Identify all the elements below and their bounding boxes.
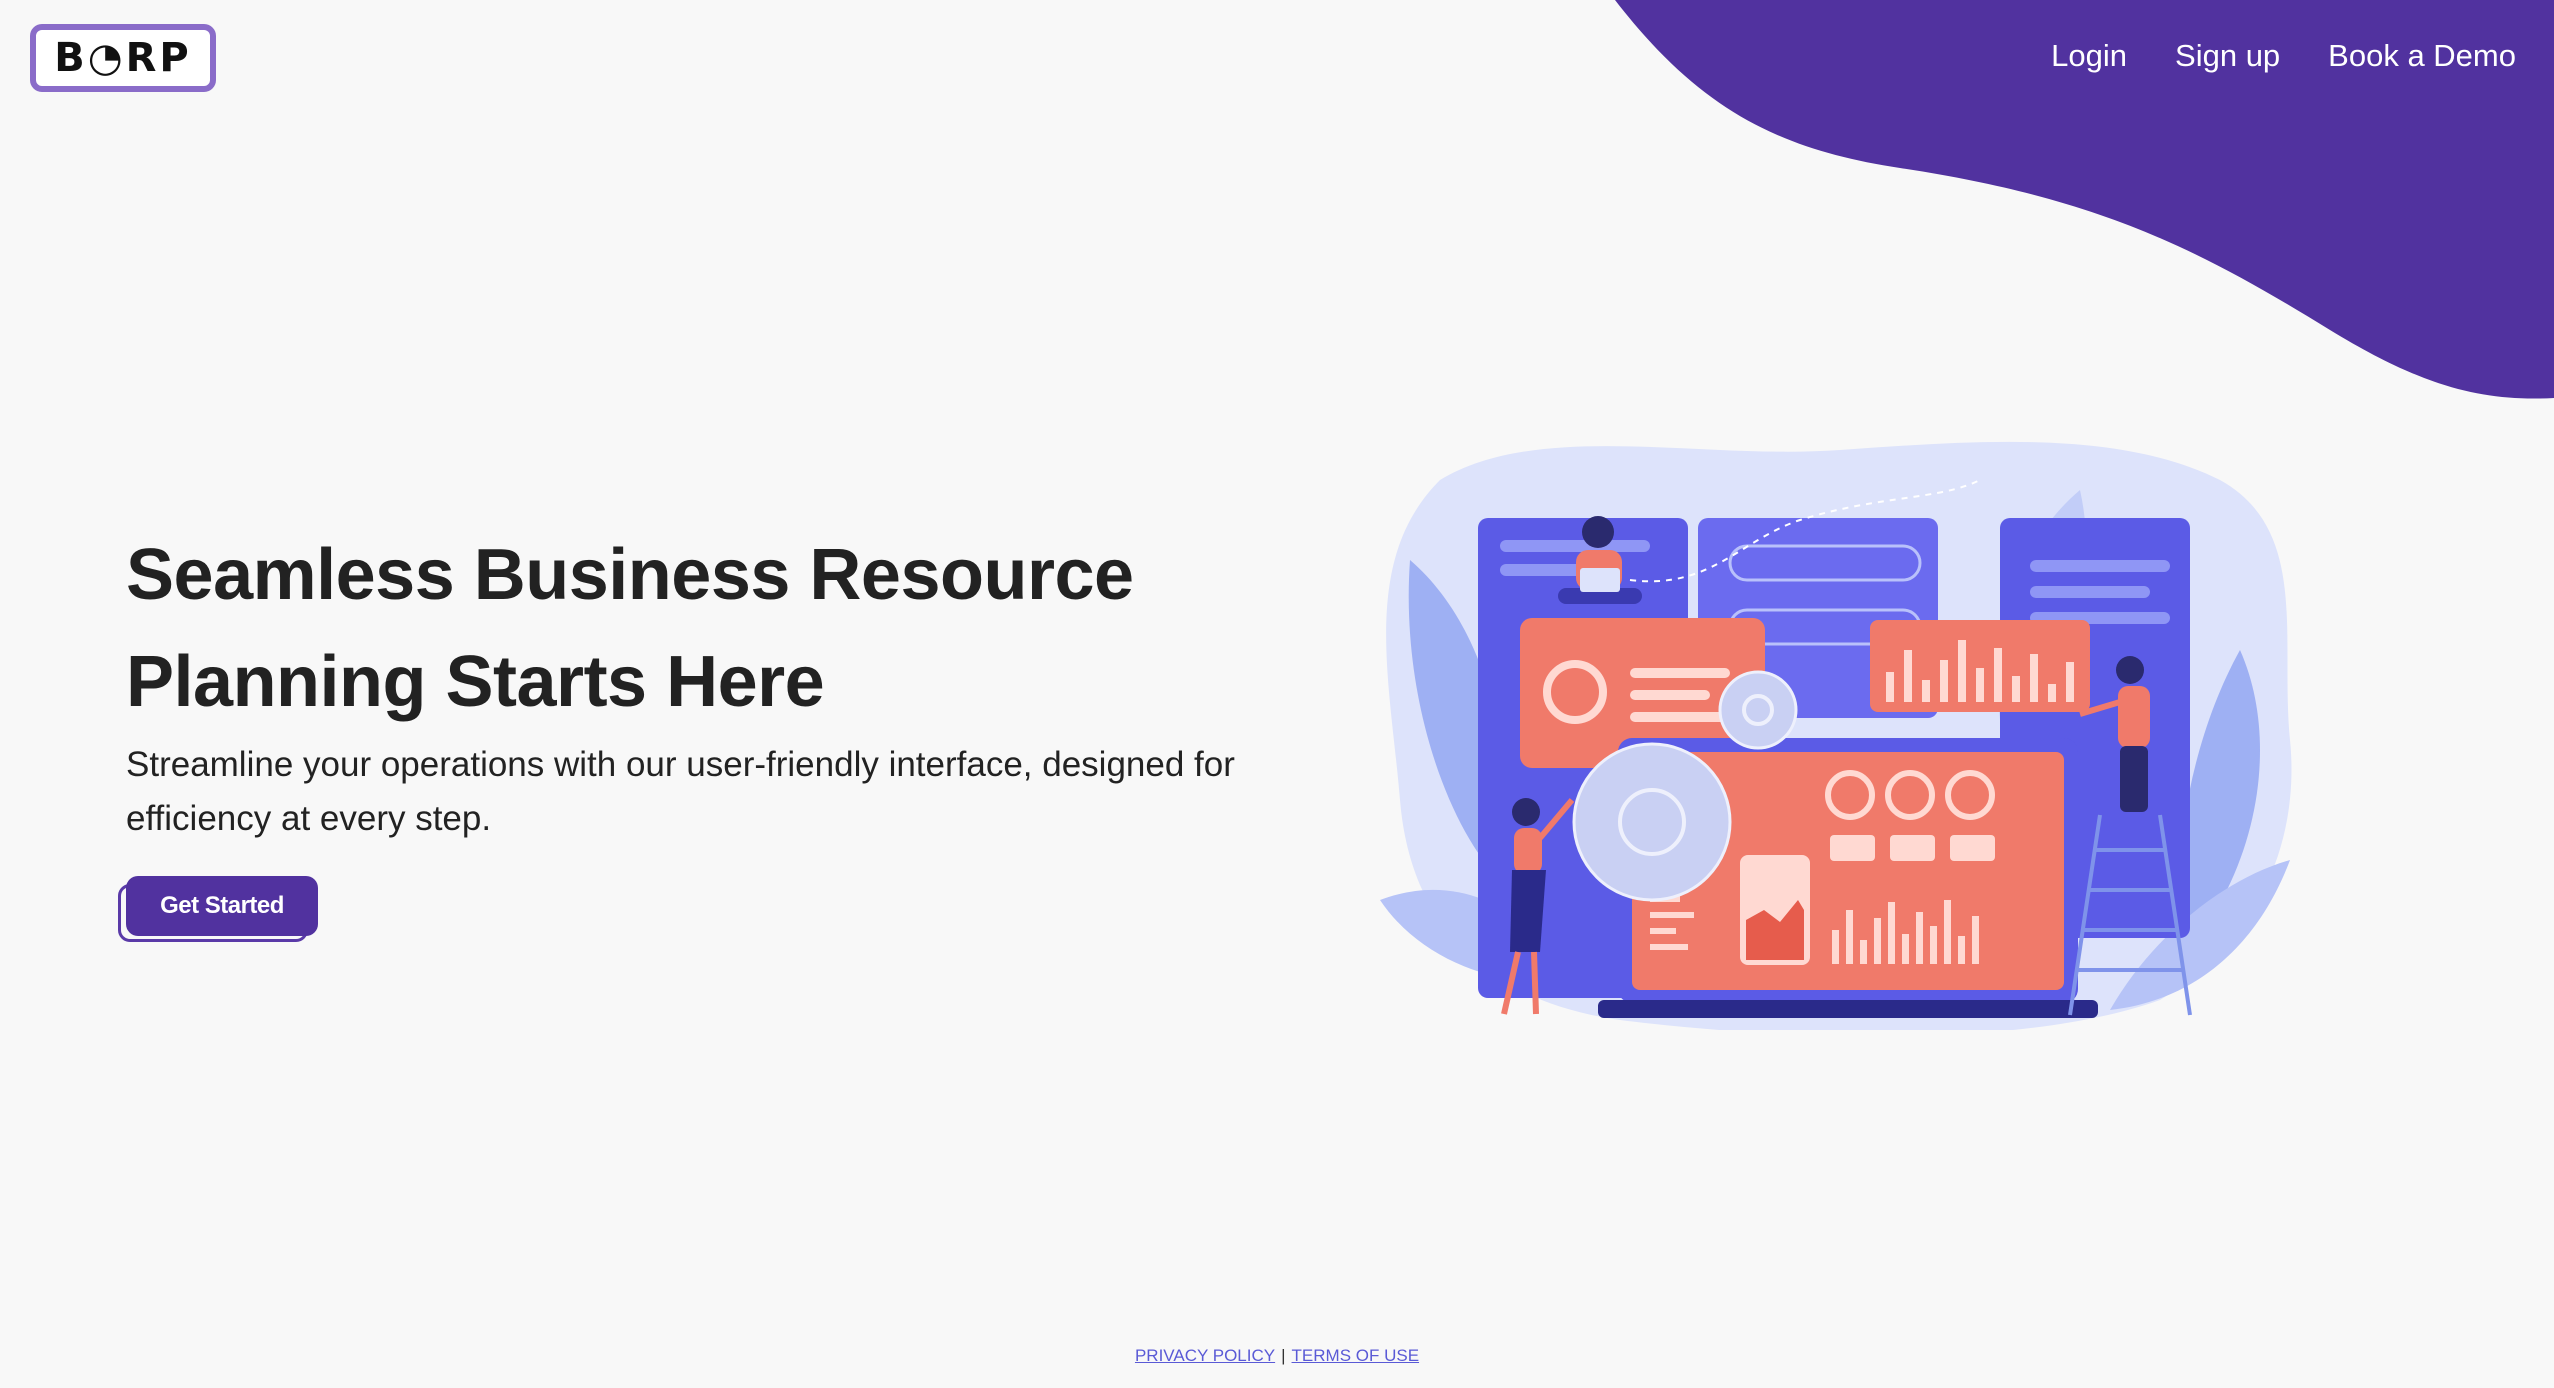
privacy-policy-link[interactable]: PRIVACY POLICY	[1135, 1346, 1275, 1365]
brand-logo[interactable]: B◔RP	[30, 24, 216, 92]
cta-wrapper: Get Started	[118, 876, 318, 942]
terms-of-use-link[interactable]: TERMS OF USE	[1292, 1346, 1420, 1365]
hero-subtitle: Streamline your operations with our user…	[126, 745, 1235, 838]
hero-title: Seamless Business Resource Planning Star…	[126, 535, 1134, 722]
hero-section: Seamless Business Resource Planning Star…	[118, 522, 1326, 942]
footer: PRIVACY POLICY | TERMS OF USE	[0, 1346, 2554, 1366]
footer-separator: |	[1281, 1346, 1286, 1365]
book-demo-link[interactable]: Book a Demo	[2328, 38, 2516, 74]
logo-text: B◔RP	[54, 35, 192, 81]
get-started-button[interactable]: Get Started	[126, 876, 318, 936]
login-link[interactable]: Login	[2051, 38, 2127, 74]
team-dashboard-illustration	[1380, 441, 2292, 1030]
signup-link[interactable]: Sign up	[2175, 38, 2280, 74]
top-nav: Login Sign up Book a Demo	[2051, 38, 2516, 74]
